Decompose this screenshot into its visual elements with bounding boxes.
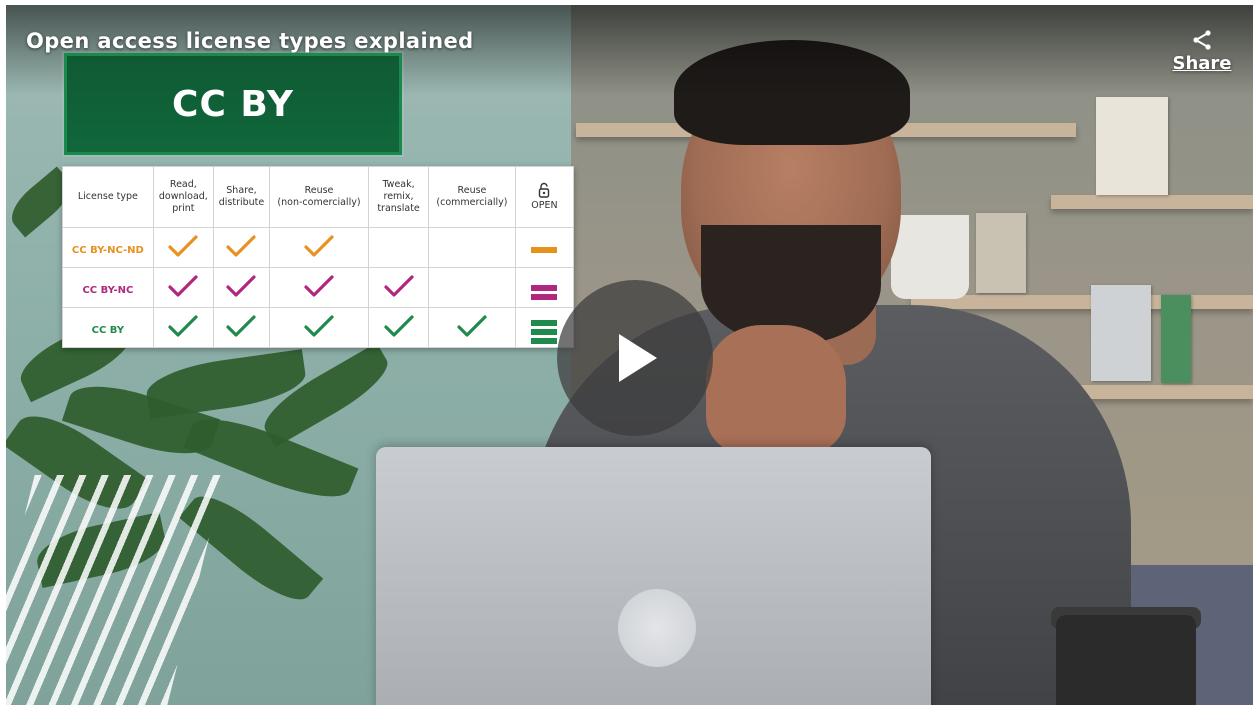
openness-cell bbox=[514, 227, 575, 268]
license-table-header-row: License type Read, download, print Share… bbox=[62, 166, 575, 228]
check-icon bbox=[226, 274, 257, 297]
permission-cell bbox=[269, 227, 369, 268]
license-row-label: CC BY-NC-ND bbox=[71, 245, 144, 256]
check-icon bbox=[457, 314, 487, 337]
header-tweak: Tweak, remix, translate bbox=[367, 166, 430, 228]
header-tweak-line: remix, bbox=[383, 191, 414, 202]
openness-bars bbox=[531, 320, 558, 344]
share-button[interactable]: Share bbox=[1166, 29, 1238, 79]
shelf-book bbox=[1161, 295, 1191, 383]
license-row-label-cell: CC BY-NC bbox=[62, 267, 154, 308]
header-reuse-commercial: Reuse (commercially) bbox=[428, 166, 516, 228]
openness-bar bbox=[531, 293, 558, 300]
header-read-line: download, bbox=[158, 191, 208, 202]
check-icon bbox=[226, 234, 257, 257]
openness-cell bbox=[514, 267, 575, 308]
video-player[interactable]: Open access license types explained Shar… bbox=[6, 5, 1253, 705]
shelf-plank bbox=[911, 295, 1253, 309]
person-hand bbox=[706, 325, 846, 455]
permission-cell bbox=[152, 307, 214, 348]
shelf-book bbox=[1096, 97, 1168, 195]
permission-cell bbox=[367, 307, 430, 348]
openness-bar bbox=[531, 320, 558, 326]
license-row: CC BY-NC bbox=[62, 267, 575, 308]
header-reuse-noncommercial: Reuse (non-comercially) bbox=[269, 166, 369, 228]
check-icon bbox=[168, 314, 198, 337]
permission-cell bbox=[428, 307, 516, 348]
video-title: Open access license types explained bbox=[26, 29, 474, 53]
cc-by-banner-text: CC BY bbox=[172, 83, 294, 125]
check-icon bbox=[304, 314, 334, 337]
permission-cell bbox=[152, 227, 214, 268]
header-read: Read, download, print bbox=[152, 166, 214, 228]
header-reuse-c-line: (commercially) bbox=[436, 197, 508, 208]
license-row: CC BY-NC-ND bbox=[62, 227, 575, 268]
header-read-line: Read, bbox=[169, 179, 197, 190]
cc-by-banner: CC BY bbox=[64, 53, 402, 155]
header-read-line: print bbox=[172, 203, 195, 214]
open-lock-icon bbox=[539, 182, 550, 198]
permission-cell bbox=[428, 227, 516, 268]
check-icon bbox=[168, 234, 198, 257]
license-row-label-cell: CC BY-NC-ND bbox=[62, 227, 154, 268]
check-icon bbox=[226, 314, 257, 337]
permission-cell bbox=[269, 307, 369, 348]
header-share-line: Share, bbox=[226, 185, 257, 196]
header-share: Share, distribute bbox=[212, 166, 271, 228]
permission-cell bbox=[367, 227, 430, 268]
header-reuse-nc-line: (non-comercially) bbox=[277, 197, 361, 208]
check-icon bbox=[383, 274, 414, 297]
check-icon bbox=[304, 234, 334, 257]
openness-bar bbox=[531, 284, 558, 291]
license-table-body: CC BY-NC-ND CC BY-NC CC BY bbox=[62, 227, 575, 348]
permission-cell bbox=[212, 227, 271, 268]
permission-cell bbox=[152, 267, 214, 308]
shelf-plank bbox=[1051, 195, 1253, 209]
license-table: License type Read, download, print Share… bbox=[62, 166, 575, 348]
header-tweak-line: translate bbox=[377, 203, 420, 214]
shelf-book bbox=[976, 213, 1026, 293]
header-license-type: License type bbox=[62, 166, 154, 228]
play-icon bbox=[619, 334, 657, 382]
openness-bars bbox=[531, 284, 558, 300]
license-row-label: CC BY bbox=[91, 325, 125, 336]
header-share-line: distribute bbox=[218, 197, 265, 208]
shelf-book bbox=[1091, 285, 1151, 381]
permission-cell bbox=[212, 267, 271, 308]
check-icon bbox=[304, 274, 334, 297]
openness-bars bbox=[531, 247, 558, 253]
plant-pot bbox=[891, 215, 969, 299]
header-reuse-nc-line: Reuse bbox=[304, 185, 334, 196]
permission-cell bbox=[212, 307, 271, 348]
check-icon bbox=[383, 314, 414, 337]
openness-bar bbox=[531, 338, 558, 344]
license-row: CC BY bbox=[62, 307, 575, 348]
coffee-cup bbox=[1056, 615, 1196, 705]
permission-cell bbox=[428, 267, 516, 308]
header-license-type-label: License type bbox=[77, 191, 138, 202]
share-icon bbox=[1193, 30, 1211, 50]
laptop-logo bbox=[618, 589, 696, 667]
openness-bar bbox=[531, 329, 558, 335]
license-row-label-cell: CC BY bbox=[62, 307, 154, 348]
openness-bar bbox=[531, 247, 558, 253]
header-tweak-line: Tweak, bbox=[382, 179, 415, 190]
header-open: OPEN bbox=[514, 166, 575, 228]
license-row-label: CC BY-NC bbox=[82, 285, 134, 296]
share-label: Share bbox=[1172, 53, 1232, 74]
permission-cell bbox=[367, 267, 430, 308]
header-open-label: OPEN bbox=[531, 200, 558, 211]
header-reuse-c-line: Reuse bbox=[457, 185, 487, 196]
play-button[interactable] bbox=[557, 280, 713, 436]
check-icon bbox=[168, 274, 198, 297]
permission-cell bbox=[269, 267, 369, 308]
